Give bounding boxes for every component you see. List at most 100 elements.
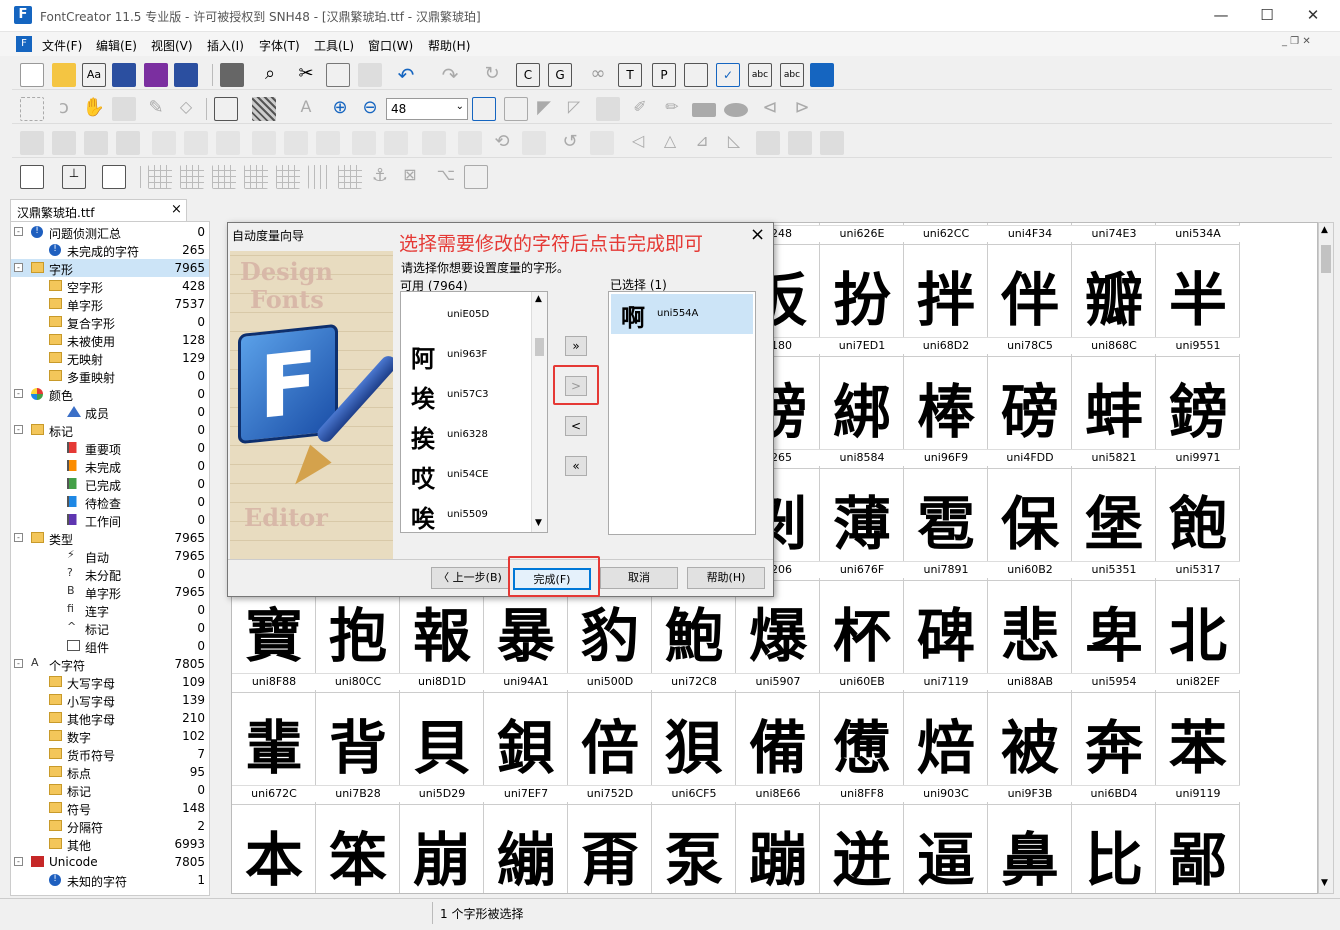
glyph-cell[interactable]: 瓣 uni868C [1072,245,1156,357]
grid-6-icon[interactable] [308,165,332,189]
glyph-cell[interactable]: 飽 uni5317 [1156,469,1240,581]
tree-item[interactable]: 已完成 0 [11,475,209,493]
glyph-cell[interactable]: 報 uni8D1D [400,581,484,693]
collapse-toggle-icon[interactable]: - [14,263,23,272]
zoom-rect-icon[interactable] [504,97,528,121]
intersect-icon[interactable] [788,131,812,155]
forward-icon[interactable]: ⊳ [790,97,814,121]
tree-item[interactable]: - A 个字符 7805 [11,655,209,673]
scroll-down-icon[interactable]: ▼ [1321,878,1328,888]
node-tool-icon[interactable]: ◸ [562,97,586,121]
hatch-icon[interactable] [252,97,276,121]
glyph-cell[interactable]: 奔 uni6BD4 [1072,693,1156,805]
tree-item[interactable]: 空字形 428 [11,277,209,295]
anchor-icon[interactable]: ⚓ [368,165,392,189]
undo-icon[interactable]: ↶ [394,63,418,87]
align-dropdown-icon[interactable]: ⊥ [62,165,86,189]
open-icon[interactable] [52,63,76,87]
tree-item[interactable]: 标记 0 [11,781,209,799]
glyph-cell[interactable]: 拌 uni68D2 [904,245,988,357]
flip-icon[interactable] [590,131,614,155]
collapse-toggle-icon[interactable]: - [14,389,23,398]
eraser-icon[interactable] [458,131,482,155]
tree-item[interactable]: 未完成 0 [11,457,209,475]
text-tool-icon[interactable]: A [294,97,318,121]
validate-icon[interactable]: ✓ [716,63,740,87]
collapse-toggle-icon[interactable]: - [14,425,23,434]
scroll-thumb[interactable] [1321,245,1331,273]
distribute-icon[interactable] [352,131,376,155]
lock-icon[interactable]: ⊠ [398,165,422,189]
tree-item[interactable]: -! 问题侦测汇总 0 [11,223,209,241]
spell-icon[interactable]: abc [748,63,772,87]
glyph-cell[interactable]: uni74E3 [1072,223,1156,245]
glyph-cell[interactable]: 憊 uni8FF8 [820,693,904,805]
glyph-cell[interactable]: 綁 uni8584 [820,357,904,469]
hand-icon[interactable]: ✋ [82,97,106,121]
mirror-icon[interactable]: ⊿ [690,131,714,155]
tree-item[interactable]: 成员 0 [11,403,209,421]
install-icon[interactable] [810,63,834,87]
tree-item[interactable]: 其他 6993 [11,835,209,853]
glyph-cell[interactable]: 逼 [904,805,988,893]
scroll-thumb[interactable] [535,338,544,356]
tree-item[interactable]: ! 未知的字符 1 [11,871,209,889]
contour-icon[interactable] [522,131,546,155]
align-middle-icon[interactable] [284,131,308,155]
back-icon[interactable]: ⊲ [758,97,782,121]
scroll-up-icon[interactable]: ▲ [1321,225,1328,235]
glyph-cell[interactable]: 崩 [400,805,484,893]
glyph-cell[interactable]: 暴 uni94A1 [484,581,568,693]
glyph-cell[interactable]: 備 uni8E66 [736,693,820,805]
tree-item[interactable]: 待检查 0 [11,493,209,511]
glyph-cell[interactable]: 豹 uni500D [568,581,652,693]
tree-item[interactable]: 单字形 7537 [11,295,209,313]
close-tab-icon[interactable]: × [171,202,182,217]
grid-7-icon[interactable] [338,165,362,189]
available-list[interactable]: ▲ ▼ uniE05D 阿 uni963F 埃 uni57C3 挨 uni6328 哎 uni5… [400,291,548,533]
page-icon[interactable] [20,165,44,189]
add-all-button[interactable]: » [565,336,587,356]
glyph-cell[interactable]: 鼻 [988,805,1072,893]
zoom-in-icon[interactable]: ⊕ [328,97,352,121]
scroll-down-icon[interactable]: ▼ [535,518,542,528]
glyph-cell[interactable]: 雹 uni7891 [904,469,988,581]
glyph-cell[interactable]: 輩 uni672C [232,693,316,805]
menu-file[interactable]: 文件(F) [42,37,82,54]
picture-icon[interactable] [596,97,620,121]
selected-glyph-item[interactable]: 啊 uni554A [611,294,753,334]
glyph-cell[interactable]: 扮 uni7ED1 [820,245,904,357]
image-icon[interactable] [214,97,238,121]
triangle-up-icon[interactable]: △ [658,131,682,155]
tree-item[interactable]: 货币符号 7 [11,745,209,763]
tree-item[interactable]: 复合字形 0 [11,313,209,331]
glyph-cell[interactable]: 蹦 [736,805,820,893]
remove-button[interactable]: < [565,416,587,436]
select-rect-icon[interactable] [20,97,44,121]
glyph-cell[interactable]: 伴 uni78C5 [988,245,1072,357]
remove-all-button[interactable]: « [565,456,587,476]
clipboard-icon[interactable] [422,131,446,155]
glyph-cell[interactable]: 北 uni82EF [1156,581,1240,693]
cancel-button[interactable]: 取消 [600,567,678,589]
glyph-cell[interactable]: 狽 uni6CF5 [652,693,736,805]
bbox-icon[interactable] [464,165,488,189]
glyph-cell[interactable]: 迸 [820,805,904,893]
glyph-cell[interactable]: 悲 uni88AB [988,581,1072,693]
available-glyph-item[interactable]: 埃 uni57C3 [401,375,531,415]
tree-item[interactable]: 小写字母 139 [11,691,209,709]
tree-item[interactable]: ⚡ 自动 7965 [11,547,209,565]
tree-item[interactable]: 工作间 0 [11,511,209,529]
tree-item[interactable]: - Unicode 7805 [11,853,209,871]
glyph-cell[interactable]: 薄 uni676F [820,469,904,581]
doc-icon[interactable]: F [16,36,32,52]
page-setup-icon[interactable] [102,165,126,189]
glyph-cell[interactable]: uni534A [1156,223,1240,245]
cut-icon[interactable]: ✂ [294,63,318,87]
zoom-out-icon[interactable]: ⊖ [358,97,382,121]
align-right-icon[interactable] [216,131,240,155]
add-char-icon[interactable]: C [516,63,540,87]
glyph-cell[interactable]: 保 uni60B2 [988,469,1072,581]
aa-icon[interactable]: Aa [82,63,106,87]
glyph-cell[interactable]: 苯 uni9119 [1156,693,1240,805]
